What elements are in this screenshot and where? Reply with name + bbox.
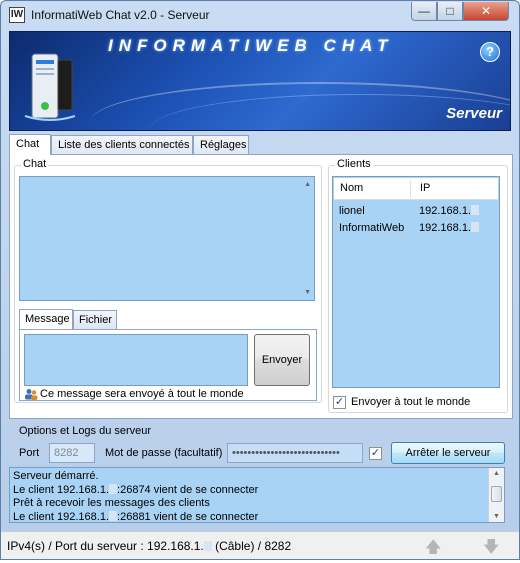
maximize-button[interactable]: □: [437, 2, 463, 21]
log-scrollbar[interactable]: ▲ ▼: [488, 468, 504, 522]
close-icon: ✕: [480, 4, 492, 18]
client-name: InformatiWeb: [339, 222, 405, 234]
users-icon: [24, 388, 38, 400]
port-label: Port: [19, 447, 40, 459]
title-bar[interactable]: IW InformatiWeb Chat v2.0 - Serveur — □ …: [1, 1, 519, 31]
log-line: Le client 192.168.1.:26874 vient de se c…: [13, 483, 259, 496]
banner-subtitle: Serveur: [446, 105, 502, 122]
window-title: InformatiWeb Chat v2.0 - Serveur: [31, 8, 210, 22]
header-banner: INFORMATIWEB CHAT ? Serveur: [9, 31, 511, 131]
server-address-status: IPv4(s) / Port du serveur : 192.168.1. (…: [7, 539, 292, 553]
close-button[interactable]: ✕: [463, 2, 509, 21]
client-ip: 192.168.1.: [419, 205, 479, 217]
scroll-up-icon[interactable]: ▲: [493, 470, 500, 477]
password-checkbox[interactable]: ✓: [369, 447, 382, 460]
options-group-label: Options et Logs du serveur: [19, 425, 152, 437]
port-input[interactable]: 8282: [49, 443, 95, 463]
log-line: Prêt à recevoir les messages des clients: [13, 497, 210, 509]
app-icon: IW: [9, 7, 25, 23]
tab-file[interactable]: Fichier: [73, 310, 117, 329]
message-tabs: Message Fichier: [19, 309, 315, 330]
send-all-checkbox[interactable]: ✓: [333, 396, 346, 409]
arrow-up-icon[interactable]: 🡅: [425, 536, 441, 563]
send-all-label: Envoyer à tout le monde: [351, 396, 471, 408]
chat-group: Chat ▲ ▼ Message Fichier Envoyer Ce mess…: [14, 158, 322, 403]
log-line: Le client 192.168.1.:26881 vient de se c…: [13, 510, 259, 523]
tab-message[interactable]: Message: [19, 309, 73, 329]
send-button[interactable]: Envoyer: [254, 334, 310, 386]
main-window: IW InformatiWeb Chat v2.0 - Serveur — □ …: [0, 0, 520, 560]
chat-group-label: Chat: [21, 158, 49, 170]
help-icon[interactable]: ?: [480, 42, 500, 62]
server-log[interactable]: Serveur démarré. Le client 192.168.1.:26…: [9, 467, 505, 523]
tab-connected-clients[interactable]: Liste des clients connectés: [51, 135, 193, 155]
scroll-up-icon[interactable]: ▲: [304, 181, 311, 188]
column-header-name[interactable]: Nom: [340, 182, 363, 194]
password-input[interactable]: ••••••••••••••••••••••••••••: [227, 443, 363, 463]
arrow-down-icon[interactable]: 🡇: [483, 536, 499, 563]
column-header-ip[interactable]: IP: [420, 182, 430, 194]
client-row[interactable]: lionel 192.168.1.: [339, 205, 495, 221]
scroll-down-icon[interactable]: ▼: [493, 513, 500, 520]
stop-server-button[interactable]: Arrêter le serveur: [391, 442, 505, 464]
broadcast-note: Ce message sera envoyé à tout le monde: [40, 388, 244, 400]
tab-settings[interactable]: Réglages: [193, 135, 249, 155]
maximize-icon: □: [446, 4, 454, 18]
client-ip: 192.168.1.: [419, 222, 479, 234]
tab-chat[interactable]: Chat: [9, 134, 51, 155]
chat-tab-panel: Chat ▲ ▼ Message Fichier Envoyer Ce mess…: [9, 154, 513, 419]
column-divider: [410, 181, 411, 197]
banner-title: INFORMATIWEB CHAT: [108, 36, 394, 55]
chat-history[interactable]: ▲ ▼: [19, 176, 315, 301]
minimize-button[interactable]: —: [411, 2, 437, 21]
clients-list[interactable]: Nom IP lionel 192.168.1. InformatiWeb 19…: [332, 176, 500, 388]
password-label: Mot de passe (facultatif): [105, 447, 223, 459]
client-row[interactable]: InformatiWeb 192.168.1.: [339, 222, 495, 238]
clients-group-label: Clients: [335, 158, 373, 170]
message-panel: Envoyer Ce message sera envoyé à tout le…: [19, 329, 317, 401]
router-icon: [24, 53, 76, 121]
minimize-icon: —: [418, 4, 430, 18]
scroll-down-icon[interactable]: ▼: [304, 289, 311, 296]
status-bar: IPv4(s) / Port du serveur : 192.168.1. (…: [1, 531, 519, 559]
scrollbar-thumb[interactable]: [491, 486, 502, 502]
log-line: Serveur démarré.: [13, 470, 99, 482]
clients-list-header: Nom IP: [334, 178, 498, 200]
clients-group: Clients Nom IP lionel 192.168.1. Informa…: [328, 158, 508, 413]
client-name: lionel: [339, 205, 365, 217]
message-input[interactable]: [24, 334, 248, 386]
